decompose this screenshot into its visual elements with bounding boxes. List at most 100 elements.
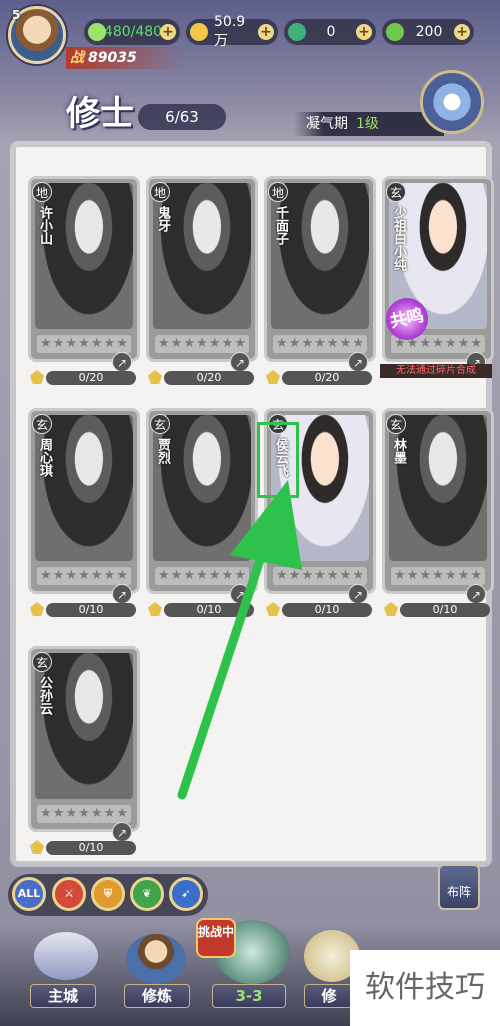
add-leaf-button[interactable]: + [454,24,470,40]
star-icon: ★ [158,568,170,583]
filter-heal-button[interactable]: ❦ [130,877,164,911]
hero-card[interactable]: ★ ★ ★ ★ ★ ★ ★ 玄公孙云 ↗ 0/10 [28,646,140,876]
shard-progress: 0/10 [46,603,136,617]
class-icon: ↗ [112,822,132,842]
arrow-icon: ➹ [181,887,191,900]
star-icon: ★ [406,568,419,583]
hero-name: 许小山 [37,206,52,245]
synthesis-note: 无法通过碎片合成 [380,364,492,378]
rank-badge: 玄 [32,652,52,672]
hero-card[interactable]: ★ ★ ★ ★ ★ ★ ★ 地鬼牙 ↗ 0/20 [146,176,258,406]
cultivate-icon[interactable] [126,934,186,984]
hero-portrait: ★ ★ ★ ★ ★ ★ ★ [28,176,140,362]
star-row: ★ ★ ★ ★ ★ ★ ★ [37,567,131,585]
star-icon: ★ [221,336,234,351]
shard-icon [148,370,162,384]
nav-main-city[interactable]: 主城 [30,984,96,1008]
hero-portrait: ★ ★ ★ ★ ★ ★ ★ [28,408,140,594]
hero-name: 林墨 [391,438,406,464]
class-icon: ↗ [112,352,132,372]
gourd-icon[interactable] [420,70,484,134]
star-icon: ★ [65,568,78,583]
filter-attack-button[interactable]: ⚔ [52,877,86,911]
star-icon: ★ [457,336,470,351]
watermark: 软件技巧 [350,950,500,1026]
challenge-badge: 挑战中 [196,918,236,958]
hero-portrait: ★ ★ ★ ★ ★ ★ ★ [382,408,494,594]
hero-card[interactable]: ★ ★ ★ ★ ★ ★ ★ 地许小山 ↗ 0/20 [28,176,140,406]
hero-card[interactable]: ★ ★ ★ ★ ★ ★ ★ 玄林墨 ↗ 0/10 [382,408,494,638]
star-icon: ★ [65,806,78,821]
star-icon: ★ [444,568,457,583]
rank-badge: 玄 [386,182,406,202]
star-icon: ★ [103,806,116,821]
shard-icon [384,602,398,616]
rank-badge: 地 [32,182,52,202]
jade-resource[interactable]: 0 + [284,19,376,45]
star-icon: ★ [90,568,103,583]
star-row: ★ ★ ★ ★ ★ ★ ★ [391,567,485,585]
star-row: ★ ★ ★ ★ ★ ★ ★ [273,335,367,353]
add-stamina-button[interactable]: + [160,24,176,40]
pointer-arrow [177,480,302,800]
star-icon: ★ [116,806,128,821]
filter-ranged-button[interactable]: ➹ [169,877,203,911]
class-icon: ↗ [112,584,132,604]
star-icon: ★ [103,336,116,351]
star-icon: ★ [52,568,65,583]
star-icon: ★ [288,336,301,351]
star-icon: ★ [470,568,482,583]
star-icon: ★ [90,806,103,821]
player-level: 5 [12,8,21,22]
formation-button[interactable]: 布阵 [438,864,480,910]
rank-badge: 地 [268,182,288,202]
rank-badge: 玄 [386,414,406,434]
star-icon: ★ [470,336,482,351]
star-icon: ★ [170,336,183,351]
hero-card[interactable]: ★ ★ ★ ★ ★ ★ ★ 玄周心琪 ↗ 0/10 [28,408,140,638]
leaf-resource[interactable]: 200 + [382,19,474,45]
hero-portrait: ★ ★ ★ ★ ★ ★ ★ [28,646,140,832]
class-icon: ↗ [348,352,368,372]
class-icon: ↗ [348,584,368,604]
star-icon: ★ [352,336,364,351]
stamina-value: 480/480 [103,24,163,40]
filter-defense-button[interactable]: ⛨ [91,877,125,911]
filter-all-button[interactable]: ALL [12,877,46,911]
shard-progress: 0/20 [164,371,254,385]
hero-art [35,653,133,799]
star-icon: ★ [183,336,196,351]
star-icon: ★ [419,568,432,583]
star-icon: ★ [339,568,352,583]
hero-art [35,415,133,561]
shard-progress: 0/10 [46,841,136,855]
add-coin-button[interactable]: + [258,24,274,40]
nav-practitioner[interactable]: 修 [304,984,354,1008]
stamina-resource[interactable]: 480/480 + [84,19,180,45]
shield-icon: ⛨ [103,887,113,900]
star-icon: ★ [65,336,78,351]
hero-art [389,415,487,561]
star-icon: ★ [419,336,432,351]
roster-count: 6/63 [138,104,226,130]
add-jade-button[interactable]: + [356,24,372,40]
star-icon: ★ [432,568,444,583]
combat-power: 战 89035 [66,47,184,69]
star-icon: ★ [103,568,116,583]
shard-icon [266,370,280,384]
hero-card[interactable]: ★ ★ ★ ★ ★ ★ ★ 地千面子 ↗ 0/20 [264,176,376,406]
shard-progress: 0/20 [46,371,136,385]
leaf-icon: ❦ [142,887,152,900]
star-icon: ★ [90,336,103,351]
star-row: ★ ★ ★ ★ ★ ★ ★ [37,335,131,353]
castle-icon[interactable] [34,932,98,980]
hero-art [153,183,251,329]
coin-resource[interactable]: 50.9万 + [186,14,278,49]
star-icon: ★ [339,336,352,351]
star-icon: ★ [116,568,128,583]
hero-name: 贾烈 [155,438,170,464]
jade-icon [288,23,306,41]
nav-stage[interactable]: 3-3 [212,984,286,1008]
star-icon: ★ [444,336,457,351]
nav-cultivate[interactable]: 修炼 [124,984,190,1008]
